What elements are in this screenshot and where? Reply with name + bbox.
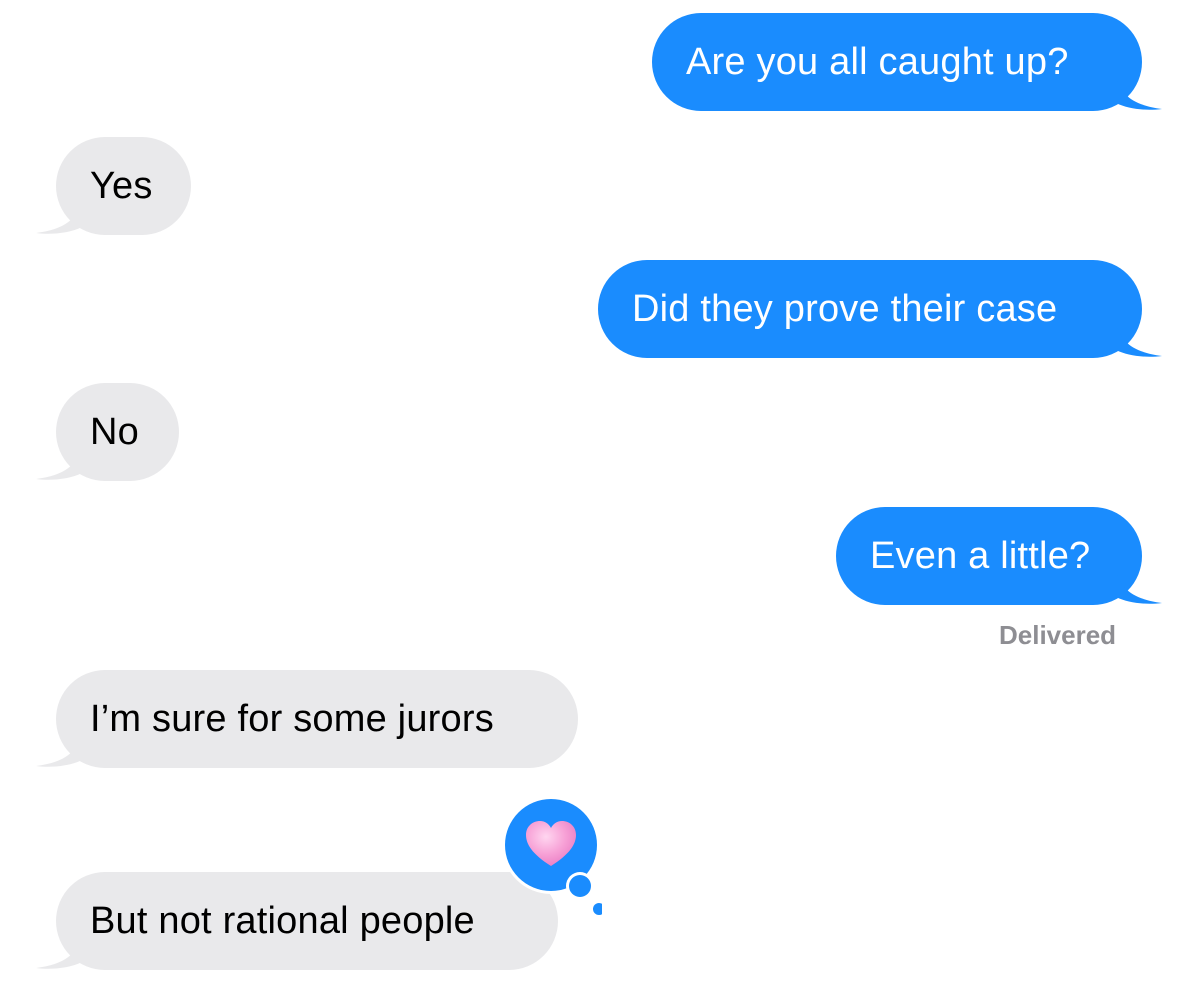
received-message-bubble[interactable]: But not rational people — [36, 872, 558, 970]
message-text: No — [90, 410, 139, 453]
message-text: Are you all caught up? — [686, 40, 1069, 83]
sent-message-bubble[interactable]: Are you all caught up? — [652, 13, 1162, 111]
sent-message-bubble[interactable]: Did they prove their case — [598, 260, 1162, 358]
bubble-tail — [36, 447, 82, 480]
tapback-reaction[interactable] — [502, 796, 602, 918]
received-message-bubble[interactable]: I’m sure for some jurors — [36, 670, 578, 768]
received-message-bubble[interactable]: Yes — [36, 137, 191, 235]
message-text: I’m sure for some jurors — [90, 697, 494, 740]
message-thread: Are you all caught up? Yes Did they prov… — [0, 0, 1200, 993]
sent-message-bubble[interactable]: Even a little? — [836, 507, 1162, 605]
bubble-tail — [1116, 324, 1162, 357]
message-text: Did they prove their case — [632, 287, 1058, 330]
bubble-tail — [36, 201, 82, 234]
message-text: Even a little? — [870, 534, 1091, 577]
bubble-tail — [1116, 77, 1162, 110]
received-message-bubble[interactable]: No — [36, 383, 179, 481]
delivery-status: Delivered — [999, 620, 1117, 650]
message-text: But not rational people — [90, 899, 475, 942]
bubble-tail — [1116, 571, 1162, 604]
bubble-tail — [36, 734, 82, 767]
message-text: Yes — [90, 164, 153, 207]
bubble-tail — [36, 936, 82, 969]
